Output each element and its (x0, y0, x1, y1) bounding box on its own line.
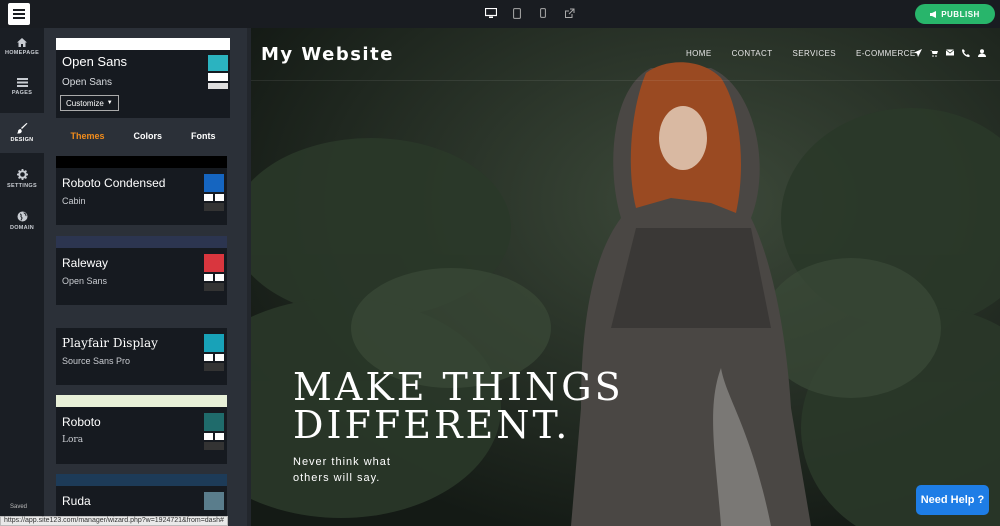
tab-colors[interactable]: Colors (133, 131, 162, 141)
nav-pages-label: PAGES (11, 90, 33, 96)
theme-strip (56, 316, 227, 328)
theme-swatch (204, 492, 224, 510)
theme-card-roboto-condensed[interactable]: Roboto Condensed Cabin (56, 156, 227, 225)
current-heading-font: Open Sans (62, 54, 128, 69)
website-preview: My Website HOME CONTACT SERVICES E-COMME… (251, 28, 1000, 526)
theme-swatch (204, 174, 224, 211)
tab-themes[interactable]: Themes (70, 131, 104, 141)
status-bar-url: https://app.site123.com/manager/wizard.p… (0, 516, 228, 526)
mobile-icon[interactable] (536, 6, 550, 20)
external-link-icon[interactable] (562, 6, 576, 20)
hero-background-image (251, 28, 1000, 526)
theme-heading-font: Raleway (62, 256, 109, 270)
tab-fonts[interactable]: Fonts (191, 131, 216, 141)
current-accent-swatch (208, 55, 228, 71)
design-panel: Open Sans Open Sans Customize ▼ Themes C… (44, 28, 250, 526)
send-icon[interactable] (914, 49, 922, 57)
theme-strip (56, 236, 227, 248)
nav-domain[interactable]: DOMAIN (0, 202, 44, 240)
nav-design-label: DESIGN (10, 137, 34, 143)
current-white-swatch (208, 73, 228, 81)
nav-homepage[interactable]: HOMEPAGE (0, 28, 44, 66)
left-nav: HOMEPAGE PAGES DESIGN SETTINGS DOMAIN Sa… (0, 28, 44, 526)
theme-body-font: Lora (62, 435, 84, 445)
saved-status: Saved (10, 504, 28, 510)
cart-icon[interactable] (930, 49, 938, 57)
nav-design[interactable]: DESIGN (0, 113, 44, 153)
globe-icon (17, 211, 27, 222)
home-icon (17, 38, 27, 47)
theme-card-raleway[interactable]: Raleway Open Sans (56, 236, 227, 305)
nav-pages[interactable]: PAGES (0, 68, 44, 106)
megaphone-icon (930, 10, 937, 18)
theme-card-roboto[interactable]: Roboto Lora (56, 395, 227, 464)
nav-settings-label: SETTINGS (7, 183, 37, 189)
theme-accent-swatch (204, 334, 224, 352)
device-switcher (484, 6, 576, 20)
nav-domain-label: DOMAIN (9, 225, 35, 231)
nav-settings[interactable]: SETTINGS (0, 160, 44, 198)
theme-strip (56, 156, 227, 168)
design-tabs: Themes Colors Fonts (56, 131, 230, 141)
site-nav-home[interactable]: HOME (686, 49, 712, 58)
tablet-icon[interactable] (510, 6, 524, 20)
theme-heading-font: Roboto Condensed (62, 176, 166, 190)
site-nav-icons (914, 49, 986, 57)
hero-subtitle: Never think what others will say. (293, 454, 413, 486)
theme-swatch (204, 254, 224, 291)
theme-heading-font: Roboto (62, 415, 101, 429)
theme-body-font: Source Sans Pro (62, 356, 131, 366)
hero-headline: MAKE THINGS DIFFERENT. (293, 368, 624, 444)
menu-logo-icon[interactable] (8, 3, 30, 25)
theme-heading-font: Ruda (62, 494, 91, 508)
chevron-down-icon: ▼ (106, 100, 113, 106)
current-color-swatch (208, 55, 228, 89)
customize-label: Customize (66, 98, 104, 108)
brush-icon (16, 123, 27, 134)
hero-subtitle-line1: Never think what (293, 456, 391, 468)
theme-accent-swatch (204, 492, 224, 510)
mail-icon[interactable] (946, 49, 954, 56)
theme-swatch (204, 413, 224, 450)
current-theme-card: Open Sans Open Sans Customize ▼ (56, 38, 230, 118)
pages-icon (16, 78, 28, 87)
theme-body-font: Cabin (62, 196, 86, 206)
theme-card-playfair-display[interactable]: Playfair Display Source Sans Pro (56, 316, 227, 385)
theme-heading-font: Playfair Display (62, 336, 158, 350)
theme-strip (56, 395, 227, 407)
need-help-button[interactable]: Need Help ? (916, 485, 989, 515)
publish-button[interactable]: PUBLISH (915, 4, 995, 24)
theme-accent-swatch (204, 413, 224, 431)
hero-subtitle-line2: others will say. (293, 472, 381, 484)
hero-headline-line1: MAKE THINGS (293, 365, 624, 409)
user-icon[interactable] (978, 49, 986, 57)
theme-strip (56, 474, 227, 486)
hero-headline-line2: DIFFERENT. (293, 403, 571, 447)
theme-accent-swatch (204, 174, 224, 192)
top-bar: PUBLISH (0, 0, 1000, 28)
site-title[interactable]: My Website (261, 44, 394, 65)
site-nav-ecommerce[interactable]: E-COMMERCE (856, 49, 916, 58)
theme-swatch (204, 334, 224, 371)
theme-body-font: Open Sans (62, 276, 108, 286)
current-light-swatch (208, 83, 228, 89)
gear-icon (16, 169, 28, 180)
header-divider (251, 80, 1000, 81)
publish-label: PUBLISH (941, 9, 980, 19)
phone-icon[interactable] (962, 49, 970, 57)
site-nav-services[interactable]: SERVICES (792, 49, 836, 58)
theme-accent-swatch (204, 254, 224, 272)
current-body-font: Open Sans (62, 77, 113, 88)
customize-dropdown[interactable]: Customize ▼ (60, 95, 119, 111)
nav-homepage-label: HOMEPAGE (4, 50, 40, 56)
desktop-icon[interactable] (484, 6, 498, 20)
site-nav: HOME CONTACT SERVICES E-COMMERCE (686, 49, 936, 58)
site-nav-contact[interactable]: CONTACT (732, 49, 773, 58)
